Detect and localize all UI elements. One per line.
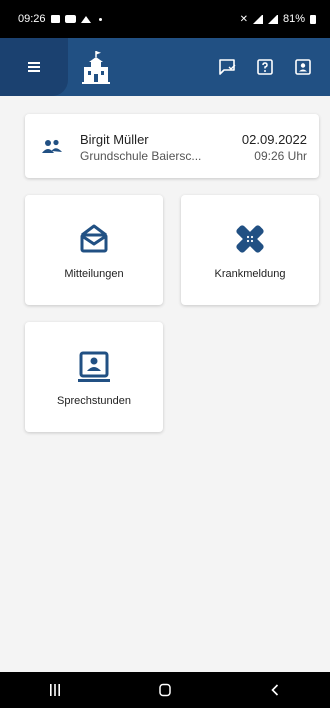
profile-name: Birgit Müller (80, 132, 149, 147)
battery-icon (310, 14, 316, 24)
home-icon[interactable] (158, 683, 172, 697)
mute-icon: ✕ (239, 13, 248, 25)
system-navigation-bar (0, 672, 330, 708)
status-left: 09:26 (18, 13, 102, 25)
status-time: 09:26 (18, 13, 46, 25)
message-icon (64, 15, 76, 23)
users-icon (42, 139, 62, 153)
tile-krankmeldung[interactable]: Krankmeldung (181, 195, 319, 305)
wifi-icon (252, 14, 263, 24)
envelope-icon (80, 224, 108, 253)
status-right: ✕ 81% (240, 13, 316, 25)
signal-icon (267, 14, 278, 24)
help-icon[interactable] (256, 58, 274, 76)
status-bar: 09:26 ✕ 81% (0, 0, 330, 38)
chat-icon[interactable] (218, 58, 236, 76)
tile-mitteilungen[interactable]: Mitteilungen (25, 195, 163, 305)
bandage-icon (236, 225, 264, 253)
contact-card-icon[interactable] (294, 58, 312, 76)
profile-time: 09:26 Uhr (254, 149, 307, 163)
back-icon[interactable] (268, 683, 282, 697)
tile-sprechstunden[interactable]: Sprechstunden (25, 322, 163, 432)
cloud-icon (80, 15, 91, 23)
more-notifications-dot-icon (98, 17, 102, 21)
contact-card-icon (78, 351, 110, 382)
menu-icon (28, 62, 40, 72)
battery-percent: 81% (282, 13, 305, 25)
menu-button[interactable] (0, 38, 68, 96)
tile-label: Sprechstunden (57, 395, 131, 407)
app-screen: 09:26 ✕ 81% Birgit Müller Grundschule Ba… (0, 0, 330, 708)
app-bar (0, 38, 330, 96)
tile-label: Mitteilungen (64, 268, 124, 280)
profile-card[interactable]: Birgit Müller Grundschule Baiersc... 02.… (25, 114, 319, 178)
profile-school: Grundschule Baiersc... (80, 149, 202, 163)
school-building-icon[interactable] (80, 50, 112, 84)
notification-icon (50, 15, 60, 23)
tile-label: Krankmeldung (214, 268, 286, 280)
recent-apps-icon[interactable] (48, 683, 62, 697)
app-bar-actions (218, 38, 312, 96)
profile-date: 02.09.2022 (241, 132, 307, 147)
